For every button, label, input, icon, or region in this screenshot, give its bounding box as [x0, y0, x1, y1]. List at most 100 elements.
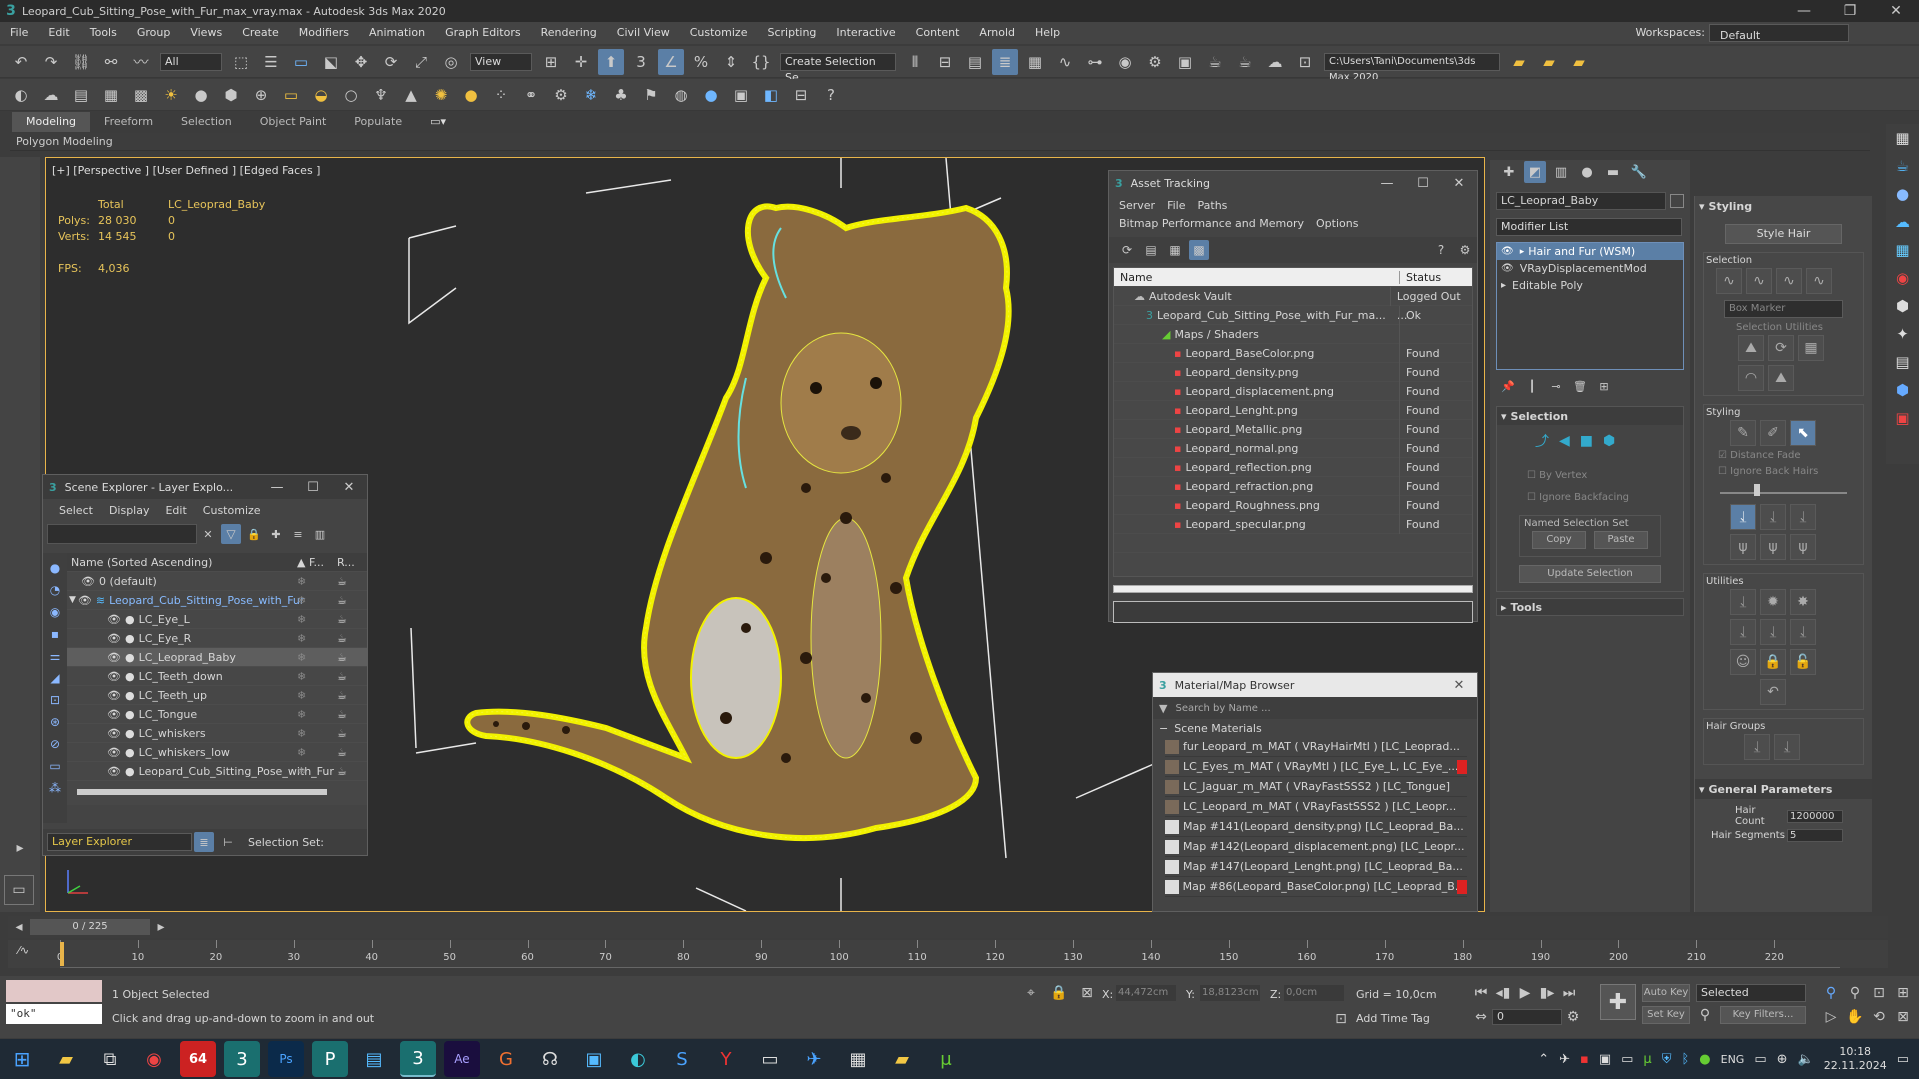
- light-icon[interactable]: ✦: [1896, 320, 1909, 348]
- motion-tab-icon[interactable]: ●: [1576, 161, 1598, 183]
- display-geometry-icon[interactable]: ●: [50, 557, 60, 579]
- lock-icon[interactable]: 🔒: [245, 525, 263, 543]
- visibility-eye-icon[interactable]: 👁: [81, 575, 95, 588]
- recomb-icon[interactable]: ⥙: [1730, 619, 1756, 645]
- scene-tree-row[interactable]: 👁 ● LC_Tongue ❄ ☕: [67, 705, 367, 724]
- time-config-icon[interactable]: ⚙: [1562, 1006, 1584, 1028]
- scene-tree-row[interactable]: 👁 ● LC_Teeth_up ❄ ☕: [67, 686, 367, 705]
- visibility-eye-icon[interactable]: 👁: [107, 670, 121, 683]
- freeze-toggle-icon[interactable]: ❄: [297, 632, 337, 645]
- render-toggle-icon[interactable]: ☕: [337, 727, 347, 740]
- app-p-icon[interactable]: P: [312, 1041, 348, 1077]
- minimize-icon[interactable]: —: [1781, 0, 1827, 22]
- vray-snowflake-icon[interactable]: ❄: [578, 82, 604, 108]
- close-icon[interactable]: ✕: [1441, 678, 1477, 693]
- col-render[interactable]: R...: [337, 556, 355, 569]
- task-view-icon[interactable]: ⧉: [92, 1041, 128, 1077]
- menu-item[interactable]: Graph Editors: [435, 22, 531, 44]
- spinner-snap-icon[interactable]: ⇕: [718, 49, 744, 75]
- vray-help-icon[interactable]: ?: [818, 82, 844, 108]
- display-cameras-icon[interactable]: ▪: [51, 623, 59, 645]
- object-name-field[interactable]: LC_Leoprad_Baby: [1496, 192, 1667, 210]
- visibility-eye-icon[interactable]: 👁: [107, 746, 121, 759]
- grid-icon[interactable]: ▦: [1895, 236, 1909, 264]
- col-frozen[interactable]: ▲ F...: [297, 556, 337, 569]
- telegram-desktop-icon[interactable]: ✈: [796, 1041, 832, 1077]
- ribbon-tab[interactable]: Selection: [167, 112, 246, 132]
- angle-snap-icon[interactable]: ∠: [658, 48, 684, 75]
- rect-selection-icon[interactable]: ▭: [288, 49, 314, 75]
- brush-size-slider[interactable]: [1720, 484, 1847, 496]
- scene-explorer-icon[interactable]: ▤: [962, 49, 988, 75]
- scene-explorer-search[interactable]: [47, 524, 197, 544]
- menu-item[interactable]: Civil View: [607, 22, 680, 44]
- scene-tree-row[interactable]: 👁 ● LC_Leoprad_Baby ❄ ☕: [67, 648, 367, 667]
- asset-menu-item[interactable]: File: [1161, 197, 1191, 215]
- timeline-playhead[interactable]: [60, 942, 64, 966]
- prev-frame-icon[interactable]: ◂: [8, 916, 30, 938]
- vray-sphere-icon[interactable]: ●: [188, 82, 214, 108]
- asset-col-status[interactable]: Status: [1399, 270, 1441, 284]
- viewport-layout-icon[interactable]: ▭: [4, 875, 34, 905]
- utilities-tab-icon[interactable]: 🔧: [1628, 161, 1650, 183]
- display-bones-icon[interactable]: ⊘: [50, 733, 60, 755]
- brush-size-handle[interactable]: [1754, 484, 1760, 496]
- window-crossing-icon[interactable]: ⬕: [318, 49, 344, 75]
- maximize-icon[interactable]: ☐: [1405, 176, 1441, 191]
- material-item[interactable]: Map #147(Leopard_Lenght.png) [LC_Leoprad…: [1165, 857, 1467, 877]
- frame-counter[interactable]: 0 / 225: [30, 919, 150, 935]
- selection-filter[interactable]: All: [160, 52, 222, 71]
- reset-rest-icon[interactable]: ⥙: [1760, 619, 1786, 645]
- vray-sphere-icon[interactable]: ●: [1896, 180, 1909, 208]
- menu-item[interactable]: Animation: [359, 22, 435, 44]
- modifier-stack-item[interactable]: 👁 ▸ Hair and Fur (WSM): [1497, 243, 1683, 260]
- display-all-icon[interactable]: ⁂: [49, 777, 61, 799]
- menu-item[interactable]: Rendering: [531, 22, 607, 44]
- vray-ball-icon[interactable]: ●: [698, 82, 724, 108]
- menu-item[interactable]: Edit: [38, 22, 79, 44]
- percent-snap-icon[interactable]: %: [688, 49, 714, 75]
- placement-icon[interactable]: ◎: [438, 49, 464, 75]
- bind-spacewarp-icon[interactable]: 〰: [128, 49, 154, 75]
- hair-comb-icon[interactable]: ✐: [1760, 420, 1786, 446]
- copy-button[interactable]: Copy: [1532, 531, 1586, 549]
- freeze-toggle-icon[interactable]: ❄: [297, 708, 337, 721]
- vray-fur-icon[interactable]: ♆: [368, 82, 394, 108]
- redo-icon[interactable]: ↷: [38, 49, 64, 75]
- visibility-eye-icon[interactable]: 👁: [107, 727, 121, 740]
- track-bar-toggle-icon[interactable]: ⁄∿: [18, 944, 29, 957]
- orbit-icon[interactable]: ⟲: [1868, 1006, 1890, 1028]
- box-marker-select[interactable]: Box Marker: [1724, 300, 1843, 318]
- paste-button[interactable]: Paste: [1594, 531, 1648, 549]
- invert-selection-icon[interactable]: ⛰: [1738, 335, 1764, 361]
- clock[interactable]: 10:18 22.11.2024: [1824, 1045, 1887, 1073]
- unlock-icon[interactable]: 🔓: [1790, 649, 1816, 675]
- vray-physcam-icon[interactable]: ⚙: [548, 82, 574, 108]
- list-view-icon[interactable]: ▤: [1141, 240, 1161, 260]
- notifications-icon[interactable]: ▭: [1897, 1052, 1909, 1067]
- render-cloud-icon[interactable]: ☁: [1262, 49, 1288, 75]
- vray-plant-icon[interactable]: ♣: [608, 82, 634, 108]
- modifier-eye-icon[interactable]: 👁: [1501, 246, 1514, 257]
- object-color-swatch[interactable]: [1670, 194, 1684, 208]
- save-app-icon[interactable]: ▣: [576, 1041, 612, 1077]
- vray-sun-icon[interactable]: ✺: [428, 82, 454, 108]
- menu-item[interactable]: Interactive: [826, 22, 905, 44]
- browser-options-icon[interactable]: ▼: [1159, 702, 1167, 715]
- render-toggle-icon[interactable]: ☕: [337, 746, 347, 759]
- material-editor-icon[interactable]: ◉: [1112, 49, 1138, 75]
- select-tip-icon[interactable]: ∿: [1746, 268, 1772, 294]
- menu-item[interactable]: Modifiers: [289, 22, 359, 44]
- move-icon[interactable]: ✥: [348, 49, 374, 75]
- workspace-select[interactable]: Default: [1709, 24, 1849, 42]
- reference-coord-select[interactable]: View: [470, 52, 532, 71]
- show-hidden-icon[interactable]: ⛰: [1768, 365, 1794, 391]
- scene-tree-row[interactable]: ▼ 👁 ≋ Leopard_Cub_Sitting_Pose_with_Fur ❄ ☕: [67, 591, 367, 610]
- tray-red-icon[interactable]: ▪: [1580, 1052, 1589, 1067]
- link-icon[interactable]: ⛓: [68, 49, 94, 75]
- material-item[interactable]: LC_Jaguar_m_MAT ( VRayFastSSS2 ) [LC_Ton…: [1165, 777, 1467, 797]
- hair-select-icon[interactable]: ⬉: [1790, 420, 1816, 446]
- display-xrefs-icon[interactable]: ⊛: [50, 711, 60, 733]
- general-parameters-title[interactable]: General Parameters: [1709, 783, 1833, 796]
- vray-ies-icon[interactable]: ●: [458, 82, 484, 108]
